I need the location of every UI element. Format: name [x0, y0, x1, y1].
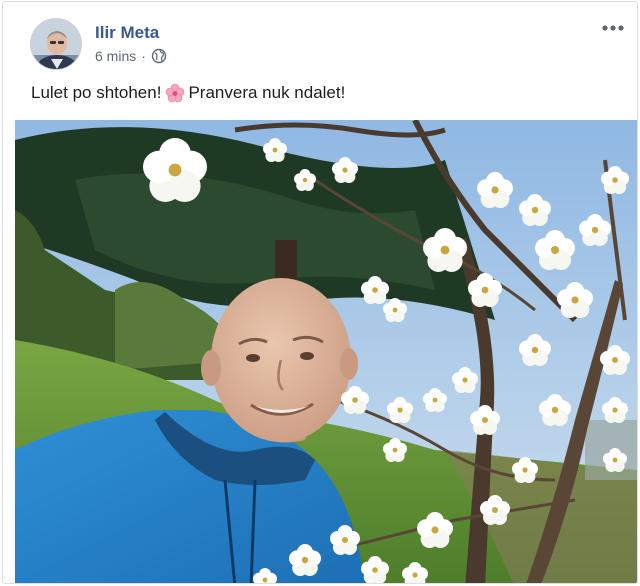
cherry-blossom-icon [165, 83, 185, 103]
author-name-link[interactable]: Ilir Meta [95, 23, 159, 43]
post-timestamp[interactable]: 6 mins [95, 48, 136, 64]
more-options-icon [602, 25, 624, 31]
avatar-photo [31, 19, 81, 69]
globe-icon[interactable] [151, 48, 167, 64]
selfie-photo-under-blossoms [15, 120, 637, 583]
post-photo[interactable] [15, 120, 637, 583]
meta-separator: · [141, 48, 146, 64]
caption-text-2: Pranvera nuk ndalet! [188, 83, 346, 102]
more-options-button[interactable] [599, 16, 627, 40]
facebook-post: Ilir Meta 6 mins · Lulet po shtohen! Pra… [2, 1, 638, 584]
post-header: Ilir Meta 6 mins · [3, 2, 637, 80]
author-avatar[interactable] [30, 18, 82, 70]
post-caption: Lulet po shtohen! Pranvera nuk ndalet! [31, 83, 345, 103]
caption-text-1: Lulet po shtohen! [31, 83, 162, 102]
post-meta: 6 mins · [95, 48, 167, 64]
